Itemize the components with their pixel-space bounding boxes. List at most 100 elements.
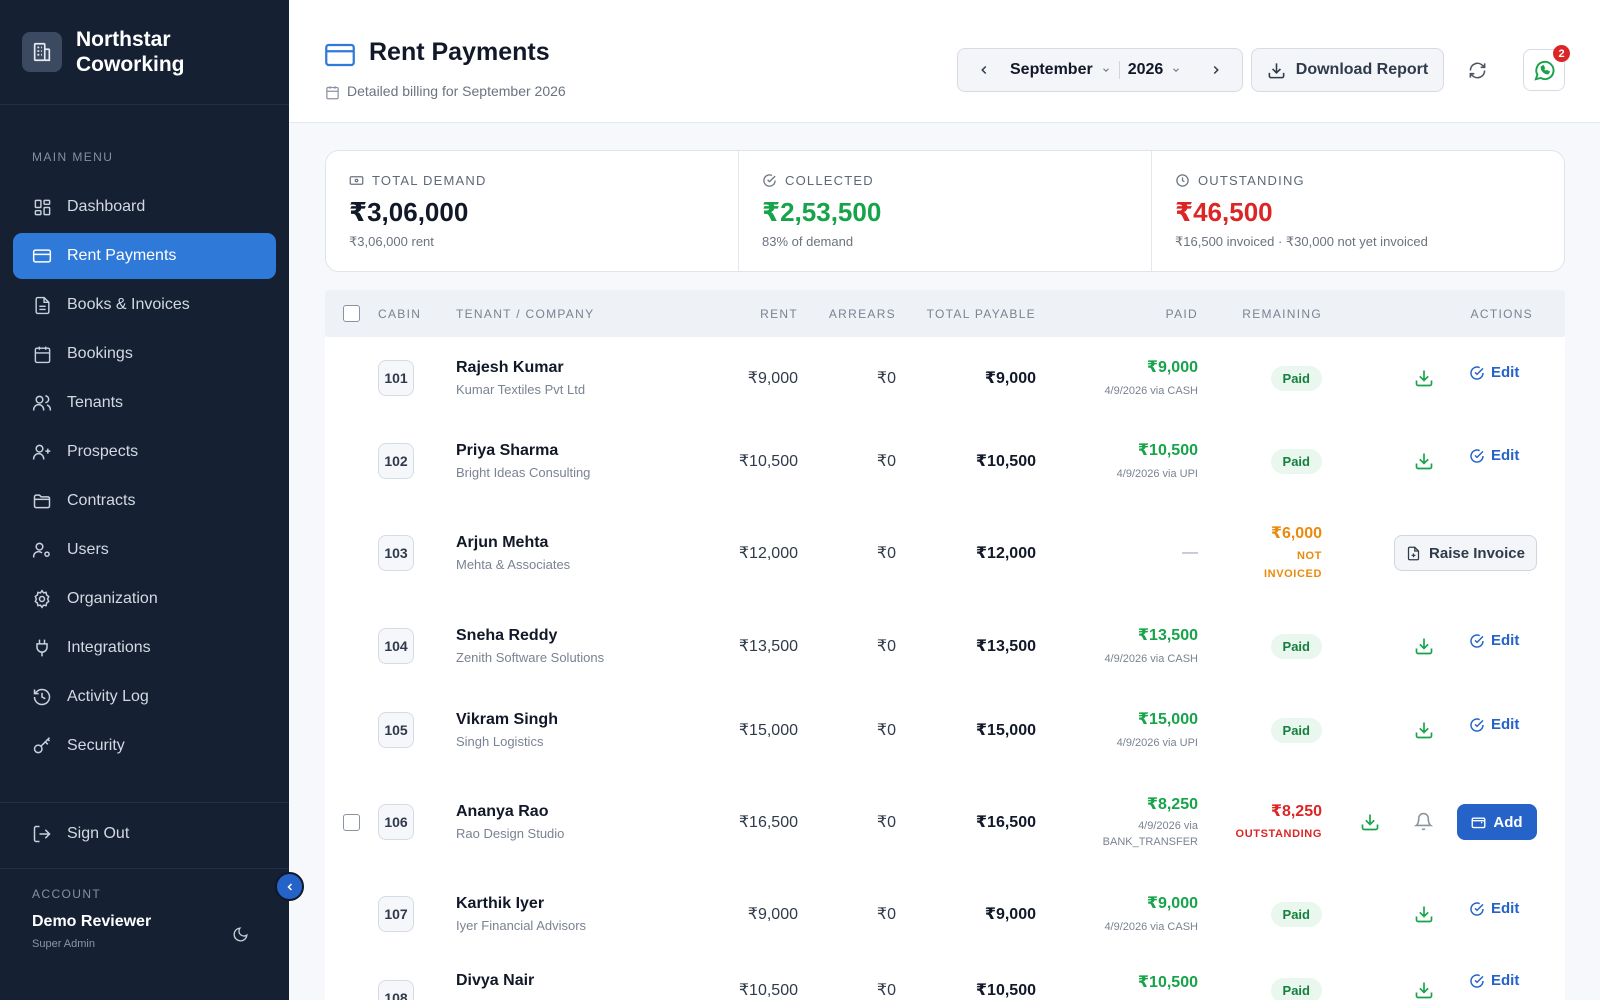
status-badge: Paid — [1270, 717, 1322, 743]
arrears-cell: ₹0 — [876, 453, 896, 470]
paid-amount: ₹8,250 — [1146, 796, 1198, 813]
table-row: 101 Rajesh Kumar Kumar Textiles Pvt Ltd ₹… — [325, 337, 1565, 419]
refresh-button[interactable] — [1465, 58, 1489, 82]
total-payable-cell: ₹12,000 — [975, 545, 1036, 562]
main-menu-heading: MAIN MENU — [32, 150, 114, 164]
cabin-badge: 102 — [378, 443, 414, 479]
add-payment-button[interactable]: Add — [1457, 804, 1537, 840]
total-payable-cell: ₹9,000 — [984, 370, 1036, 387]
edit-label: Edit — [1491, 447, 1520, 464]
table-row: 105 Vikram Singh Singh Logistics ₹15,000 … — [325, 689, 1565, 771]
sidebar-item-bookings[interactable]: Bookings — [13, 331, 276, 377]
total-payable-cell: ₹15,000 — [975, 722, 1036, 739]
collapse-sidebar-button[interactable] — [275, 872, 304, 901]
chevron-down-icon — [1101, 65, 1111, 75]
status-badge: Paid — [1270, 448, 1322, 474]
whatsapp-button[interactable]: 2 — [1523, 45, 1570, 91]
status-badge: Paid — [1270, 633, 1322, 659]
download-icon — [1415, 370, 1433, 387]
gear-icon — [32, 589, 52, 609]
sidebar-item-activity-log[interactable]: Activity Log — [13, 674, 276, 720]
total-payable-cell: ₹10,500 — [975, 982, 1036, 999]
user-cog-icon — [32, 540, 52, 560]
theme-toggle-button[interactable] — [229, 923, 251, 945]
cabin-badge: 104 — [378, 628, 414, 664]
month-select[interactable]: September — [1010, 61, 1111, 79]
whatsapp-icon — [1533, 60, 1554, 80]
stat-value: ₹3,06,000 — [349, 197, 469, 227]
tenant-company: Singh Logistics — [456, 734, 544, 749]
rent-cell: ₹12,000 — [738, 545, 798, 562]
sidebar-item-books-invoices[interactable]: Books & Invoices — [13, 282, 276, 328]
edit-button[interactable]: Edit — [1469, 364, 1519, 381]
sidebar-item-label: Integrations — [67, 639, 151, 656]
edit-button[interactable]: Edit — [1469, 447, 1519, 464]
sidebar-item-organization[interactable]: Organization — [13, 576, 276, 622]
arrears-cell: ₹0 — [876, 370, 896, 387]
edit-label: Edit — [1491, 632, 1520, 649]
cabin-badge: 103 — [378, 535, 414, 571]
year-value: 2026 — [1127, 61, 1164, 78]
brand-name: Northstar Coworking — [76, 28, 185, 76]
paid-meta: 4/9/2026 via CASH — [1104, 385, 1198, 397]
select-all-checkbox[interactable] — [343, 305, 360, 322]
raise-invoice-button[interactable]: Raise Invoice — [1394, 535, 1537, 571]
sidebar-item-users[interactable]: Users — [13, 527, 276, 573]
sidebar-item-dashboard[interactable]: Dashboard — [13, 184, 276, 230]
account-name: Demo Reviewer — [32, 913, 152, 930]
total-payable-cell: ₹16,500 — [975, 814, 1036, 831]
paid-amount: ₹9,000 — [1146, 895, 1198, 912]
sidebar-item-label: Activity Log — [67, 688, 149, 705]
download-receipt-button[interactable] — [1360, 812, 1380, 832]
tenant-name: Arjun Mehta — [456, 534, 549, 551]
sidebar-item-contracts[interactable]: Contracts — [13, 478, 276, 524]
building-icon — [22, 32, 62, 72]
edit-button[interactable]: Edit — [1469, 972, 1519, 989]
sidebar-item-security[interactable]: Security — [13, 723, 276, 769]
tenant-company: Kumar Textiles Pvt Ltd — [456, 382, 586, 397]
chevron-left-icon — [981, 65, 987, 75]
column-header: ARREARS — [828, 306, 896, 321]
sidebar-item-label: Books & Invoices — [67, 296, 190, 313]
add-payment-label: Add — [1493, 813, 1523, 831]
sidebar-item-integrations[interactable]: Integrations — [13, 625, 276, 671]
sidebar-item-prospects[interactable]: Prospects — [13, 429, 276, 475]
download-receipt-button[interactable] — [1414, 368, 1434, 388]
tenant-name: Divya Nair — [456, 972, 535, 989]
stat-label: TOTAL DEMAND — [372, 173, 487, 188]
edit-label: Edit — [1491, 972, 1520, 989]
check-circle-icon — [1469, 365, 1485, 381]
account-heading: ACCOUNT — [32, 887, 102, 901]
download-report-button[interactable]: Download Report — [1251, 48, 1444, 92]
edit-button[interactable]: Edit — [1469, 716, 1519, 733]
sidebar-item-label: Bookings — [67, 345, 133, 362]
download-report-label: Download Report — [1295, 61, 1429, 78]
credit-card-icon — [32, 246, 52, 266]
edit-label: Edit — [1491, 364, 1520, 381]
prev-month-button[interactable] — [958, 49, 1010, 91]
download-receipt-button[interactable] — [1414, 980, 1434, 1000]
period-selector: September 2026 — [957, 48, 1243, 92]
arrears-cell: ₹0 — [876, 722, 896, 739]
sidebar-item-label: Prospects — [67, 443, 139, 460]
sidebar-item-tenants[interactable]: Tenants — [13, 380, 276, 426]
sign-out-button[interactable]: Sign Out — [13, 811, 276, 857]
plug-icon — [32, 638, 52, 658]
download-receipt-button[interactable] — [1414, 904, 1434, 924]
send-reminder-button[interactable] — [1414, 812, 1433, 831]
folder-icon — [32, 491, 52, 511]
sidebar-item-rent-payments[interactable]: Rent Payments — [13, 233, 276, 279]
edit-button[interactable]: Edit — [1469, 632, 1519, 649]
year-select[interactable]: 2026 — [1128, 61, 1182, 79]
paid-empty: — — [1182, 544, 1198, 561]
cabin-badge: 107 — [378, 896, 414, 932]
download-receipt-button[interactable] — [1414, 451, 1434, 471]
status-badge: Paid — [1270, 978, 1322, 1000]
download-receipt-button[interactable] — [1414, 636, 1434, 656]
month-value: September — [1010, 61, 1093, 78]
next-month-button[interactable] — [1190, 49, 1242, 91]
dashboard-icon — [32, 197, 52, 217]
edit-button[interactable]: Edit — [1469, 900, 1519, 917]
row-select-checkbox[interactable] — [343, 813, 360, 831]
download-receipt-button[interactable] — [1414, 720, 1434, 740]
